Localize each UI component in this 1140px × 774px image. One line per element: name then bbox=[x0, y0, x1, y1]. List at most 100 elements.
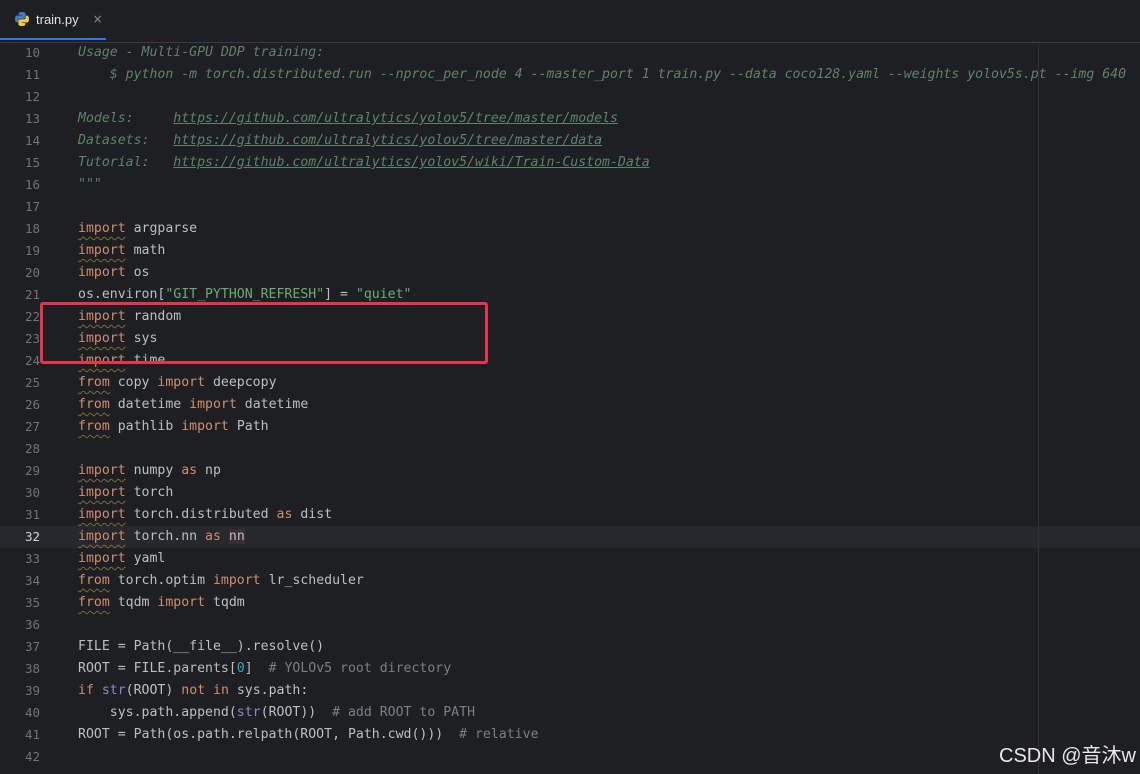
code-line[interactable]: import torch bbox=[78, 482, 173, 504]
line-number: 20 bbox=[24, 265, 40, 280]
code-token: nn bbox=[228, 529, 245, 544]
line-number: 13 bbox=[24, 111, 40, 126]
line-number: 30 bbox=[24, 485, 40, 500]
code-token: Tutorial: bbox=[78, 155, 174, 170]
code-token: import bbox=[212, 573, 261, 588]
code-token: argparse bbox=[125, 221, 198, 236]
code-editor[interactable]: 10 11 12 13 14 15 16 17 18 19 20 21 22 23 24 25 26 27 28 29… bbox=[0, 42, 1140, 774]
code-token: not in bbox=[181, 683, 229, 698]
code-token: """ bbox=[78, 177, 102, 192]
code-line[interactable]: FILE = Path(__file__).resolve() bbox=[78, 636, 324, 658]
code-token: (ROOT) bbox=[125, 683, 182, 698]
line-number: 34 bbox=[24, 573, 40, 588]
code-token: import bbox=[78, 551, 126, 566]
code-token: sys.path.append( bbox=[78, 705, 237, 720]
line-number: 32 bbox=[24, 529, 40, 544]
code-token: as bbox=[181, 463, 198, 478]
line-number: 33 bbox=[24, 551, 40, 566]
code-token: np bbox=[197, 463, 221, 478]
code-line[interactable]: Usage - Multi-GPU DDP training: bbox=[78, 42, 324, 64]
line-number: 18 bbox=[24, 221, 40, 236]
code-line[interactable]: from torch.optim import lr_scheduler bbox=[78, 570, 364, 592]
code-token: Models: bbox=[78, 111, 174, 126]
code-token: str bbox=[101, 683, 126, 698]
code-line[interactable]: import numpy as np bbox=[78, 460, 221, 482]
code-line[interactable]: import torch.nn as nn bbox=[78, 526, 245, 548]
code-line[interactable]: import math bbox=[78, 240, 165, 262]
code-token: torch bbox=[125, 485, 174, 500]
code-token: $ python -m torch.distributed.run --npro… bbox=[78, 67, 1127, 82]
line-number: 17 bbox=[24, 199, 40, 214]
line-number: 25 bbox=[24, 375, 40, 390]
code-line[interactable]: $ python -m torch.distributed.run --npro… bbox=[78, 64, 1126, 86]
code-token: ROOT = Path(os.path.relpath(ROOT, Path.c… bbox=[78, 727, 460, 742]
code-token: import bbox=[78, 265, 126, 280]
code-line[interactable]: Models: https://github.com/ultralytics/y… bbox=[78, 108, 618, 130]
code-token: (ROOT)) bbox=[260, 705, 333, 720]
code-line[interactable]: from datetime import datetime bbox=[78, 394, 308, 416]
code-line[interactable]: ROOT = Path(os.path.relpath(ROOT, Path.c… bbox=[78, 724, 539, 746]
code-token: import bbox=[189, 397, 237, 412]
code-token: lr_scheduler bbox=[260, 573, 364, 588]
code-line[interactable]: import torch.distributed as dist bbox=[78, 504, 332, 526]
tab-train-py[interactable]: train.py × bbox=[0, 0, 106, 40]
code-token: "GIT_PYTHON_REFRESH" bbox=[165, 287, 325, 302]
code-token: datetime bbox=[109, 397, 190, 412]
code-token: yaml bbox=[125, 551, 166, 566]
tab-label: train.py bbox=[36, 11, 79, 27]
editor-tab-bar: train.py × bbox=[0, 0, 1140, 43]
code-line[interactable]: from pathlib import Path bbox=[78, 416, 269, 438]
code-area[interactable]: Usage - Multi-GPU DDP training: $ python… bbox=[78, 42, 1140, 774]
code-token: from bbox=[78, 375, 110, 390]
code-token: str bbox=[236, 705, 261, 720]
code-token: Datasets: bbox=[78, 133, 174, 148]
code-token: torch.distributed bbox=[125, 507, 277, 522]
code-token: import bbox=[78, 529, 126, 544]
code-line[interactable]: from copy import deepcopy bbox=[78, 372, 277, 394]
code-line[interactable]: import argparse bbox=[78, 218, 197, 240]
line-number: 36 bbox=[24, 617, 40, 632]
code-token: tqdm bbox=[109, 595, 158, 610]
code-token: 0 bbox=[236, 661, 245, 676]
code-token: datetime bbox=[236, 397, 309, 412]
line-number: 11 bbox=[24, 67, 40, 82]
line-number-gutter: 10 11 12 13 14 15 16 17 18 19 20 21 22 23 24 25 26 27 28 29… bbox=[0, 42, 60, 774]
line-number: 16 bbox=[24, 177, 40, 192]
code-token: math bbox=[125, 243, 166, 258]
code-token: import bbox=[157, 595, 206, 610]
code-token: torch.optim bbox=[109, 573, 213, 588]
code-line[interactable]: """ bbox=[78, 174, 102, 196]
line-number: 10 bbox=[24, 45, 40, 60]
highlight-annotation-box bbox=[40, 302, 488, 364]
line-number: 15 bbox=[24, 155, 40, 170]
line-number: 29 bbox=[24, 463, 40, 478]
code-line[interactable]: Datasets: https://github.com/ultralytics… bbox=[78, 130, 602, 152]
line-number: 22 bbox=[24, 309, 40, 324]
line-number: 27 bbox=[24, 419, 40, 434]
code-token: from bbox=[78, 397, 110, 412]
code-token: from bbox=[78, 419, 110, 434]
close-icon[interactable]: × bbox=[93, 12, 103, 26]
code-line[interactable]: from tqdm import tqdm bbox=[78, 592, 245, 614]
line-number: 24 bbox=[24, 353, 40, 368]
code-token: ] bbox=[244, 661, 269, 676]
code-token: ] = bbox=[324, 287, 356, 302]
line-number: 26 bbox=[24, 397, 40, 412]
code-token: dist bbox=[292, 507, 333, 522]
code-token: # add ROOT to PATH bbox=[332, 705, 476, 720]
code-line[interactable]: import yaml bbox=[78, 548, 165, 570]
code-token: import bbox=[78, 243, 126, 258]
code-token: import bbox=[157, 375, 206, 390]
code-line[interactable]: import os bbox=[78, 262, 149, 284]
watermark: CSDN @音沐w bbox=[999, 745, 1136, 767]
code-line[interactable]: sys.path.append(str(ROOT)) # add ROOT to… bbox=[78, 702, 475, 724]
code-line[interactable]: Tutorial: https://github.com/ultralytics… bbox=[78, 152, 650, 174]
line-number: 35 bbox=[24, 595, 40, 610]
right-margin-guide bbox=[1038, 42, 1039, 774]
code-token: pathlib bbox=[109, 419, 182, 434]
code-token: import bbox=[181, 419, 229, 434]
code-line[interactable]: ROOT = FILE.parents[0] # YOLOv5 root dir… bbox=[78, 658, 451, 680]
code-line[interactable]: if str(ROOT) not in sys.path: bbox=[78, 680, 308, 702]
